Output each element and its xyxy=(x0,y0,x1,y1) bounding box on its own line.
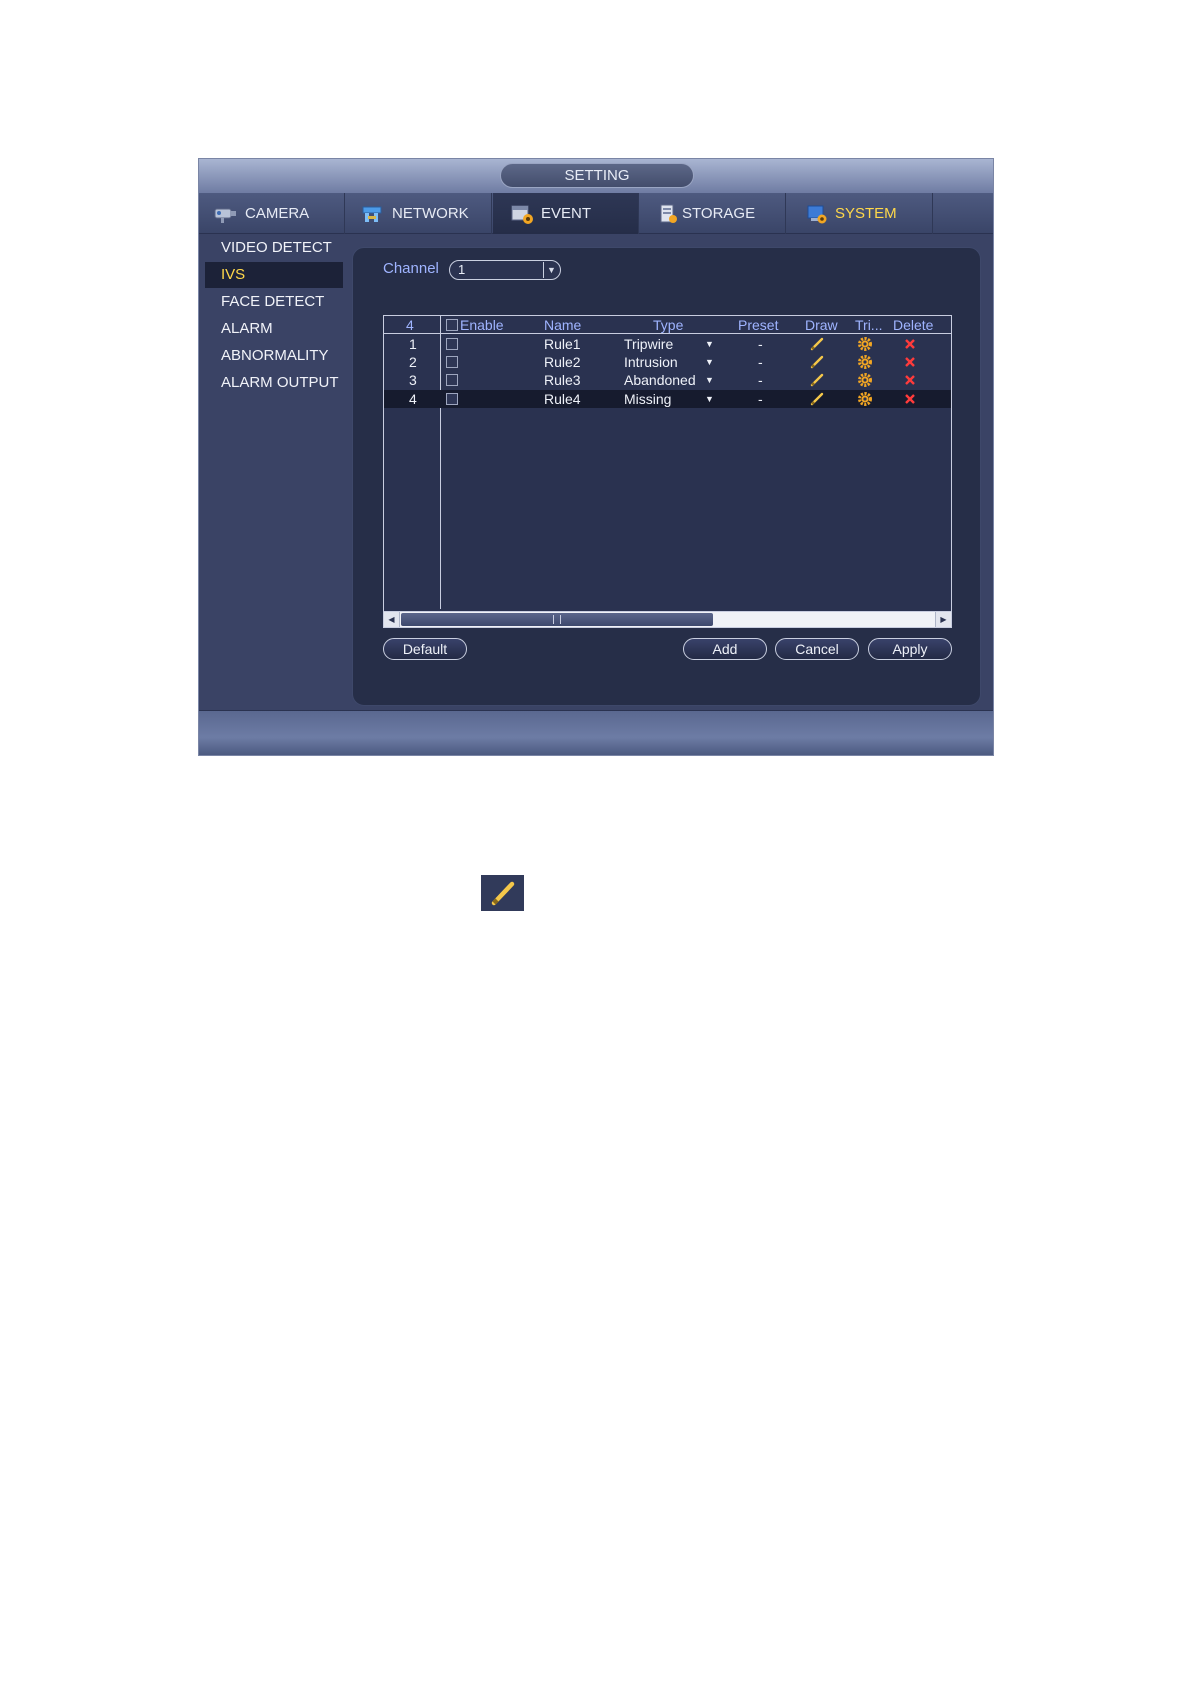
header-count: 4 xyxy=(406,317,414,333)
rule-preset: - xyxy=(758,391,763,407)
gear-icon[interactable] xyxy=(857,354,873,370)
sidebar-item-alarm[interactable]: ALARM xyxy=(205,316,343,342)
rules-table: 4 Enable Name Type Preset Draw Tri... De… xyxy=(383,315,952,628)
network-icon xyxy=(360,203,386,225)
ivs-panel: Channel 1 ▼ 4 Enable Name Type Preset Dr… xyxy=(352,247,981,706)
close-icon[interactable] xyxy=(904,374,916,386)
header-name: Name xyxy=(544,317,582,333)
pencil-icon xyxy=(481,875,524,911)
rule-type[interactable]: Abandoned xyxy=(624,371,696,389)
settings-window: SETTING CAMERA NETWORK EVENT STORAGE SYS… xyxy=(198,158,994,756)
enable-checkbox[interactable] xyxy=(446,393,458,405)
rule-preset: - xyxy=(758,372,763,388)
tab-bar: CAMERA NETWORK EVENT STORAGE SYSTEM xyxy=(199,193,993,234)
select-all-checkbox[interactable] xyxy=(446,319,458,331)
pencil-icon[interactable] xyxy=(810,337,824,351)
close-icon[interactable] xyxy=(904,356,916,368)
rule-preset: - xyxy=(758,336,763,352)
scroll-left-icon[interactable]: ◀ xyxy=(384,612,400,627)
sidebar-item-face-detect[interactable]: FACE DETECT xyxy=(205,289,343,315)
chevron-down-icon[interactable]: ▼ xyxy=(543,262,559,278)
pencil-icon[interactable] xyxy=(810,392,824,406)
enable-checkbox[interactable] xyxy=(446,356,458,368)
channel-select[interactable]: 1 ▼ xyxy=(449,260,561,280)
title-bar: SETTING xyxy=(199,159,993,193)
rule-name: Rule3 xyxy=(544,372,581,388)
camera-icon xyxy=(213,203,239,225)
row-number: 1 xyxy=(409,336,417,352)
tab-camera[interactable]: CAMERA xyxy=(199,193,345,234)
rule-name: Rule1 xyxy=(544,336,581,352)
rule-preset: - xyxy=(758,354,763,370)
cancel-button[interactable]: Cancel xyxy=(775,638,859,660)
rule-name: Rule2 xyxy=(544,354,581,370)
enable-checkbox[interactable] xyxy=(446,374,458,386)
tab-event[interactable]: EVENT xyxy=(493,193,639,234)
header-draw: Draw xyxy=(805,317,838,333)
sidebar-item-alarm-output[interactable]: ALARM OUTPUT xyxy=(205,370,343,396)
tab-network[interactable]: NETWORK xyxy=(346,193,492,234)
event-icon xyxy=(509,203,535,225)
tab-system[interactable]: SYSTEM xyxy=(787,193,933,234)
close-icon[interactable] xyxy=(904,338,916,350)
rule-name: Rule4 xyxy=(544,391,581,407)
grip-icon xyxy=(553,615,561,624)
rule-type[interactable]: Missing xyxy=(624,390,671,408)
header-type: Type xyxy=(653,317,684,333)
sidebar-item-abnormality[interactable]: ABNORMALITY xyxy=(205,343,343,369)
apply-button[interactable]: Apply xyxy=(868,638,952,660)
system-icon xyxy=(805,203,829,225)
add-button[interactable]: Add xyxy=(683,638,767,660)
sidebar-item-video-detect[interactable]: VIDEO DETECT xyxy=(205,235,343,261)
chevron-down-icon[interactable]: ▼ xyxy=(705,390,714,408)
close-icon[interactable] xyxy=(904,393,916,405)
table-row[interactable]: 1 Rule1 Tripwire ▼ - xyxy=(384,335,951,353)
chevron-down-icon[interactable]: ▼ xyxy=(705,335,714,353)
table-row-selected[interactable]: 4 Rule4 Missing ▼ - xyxy=(384,390,951,408)
table-row[interactable]: 2 Rule2 Intrusion ▼ - xyxy=(384,353,951,371)
pencil-icon[interactable] xyxy=(810,373,824,387)
chevron-down-icon[interactable]: ▼ xyxy=(705,353,714,371)
channel-label: Channel xyxy=(383,260,439,277)
scrollbar-thumb[interactable] xyxy=(401,613,713,626)
row-number: 2 xyxy=(409,354,417,370)
channel-value: 1 xyxy=(458,262,466,277)
enable-checkbox[interactable] xyxy=(446,338,458,350)
header-delete: Delete xyxy=(893,317,934,333)
default-button[interactable]: Default xyxy=(383,638,467,660)
gear-icon[interactable] xyxy=(857,336,873,352)
window-title: SETTING xyxy=(500,163,694,188)
scroll-right-icon[interactable]: ▶ xyxy=(935,612,951,627)
header-enable: Enable xyxy=(460,317,504,333)
gear-icon[interactable] xyxy=(857,391,873,407)
horizontal-scrollbar[interactable]: ◀ ▶ xyxy=(384,611,951,627)
storage-icon xyxy=(658,203,680,225)
row-number: 4 xyxy=(409,391,417,407)
row-number: 3 xyxy=(409,372,417,388)
chevron-down-icon[interactable]: ▼ xyxy=(705,371,714,389)
pencil-icon[interactable] xyxy=(810,355,824,369)
tab-storage[interactable]: STORAGE xyxy=(640,193,786,234)
gear-icon[interactable] xyxy=(857,372,873,388)
footer-bar xyxy=(199,710,993,755)
rule-type[interactable]: Tripwire xyxy=(624,335,673,353)
sidebar-item-ivs[interactable]: IVS xyxy=(205,262,343,288)
rule-type[interactable]: Intrusion xyxy=(624,353,678,371)
table-header: 4 Enable Name Type Preset Draw Tri... De… xyxy=(384,316,951,334)
table-row[interactable]: 3 Rule3 Abandoned ▼ - xyxy=(384,371,951,389)
header-trigger: Tri... xyxy=(855,317,883,333)
sidebar: VIDEO DETECT IVS FACE DETECT ALARM ABNOR… xyxy=(199,235,349,705)
header-preset: Preset xyxy=(738,317,779,333)
